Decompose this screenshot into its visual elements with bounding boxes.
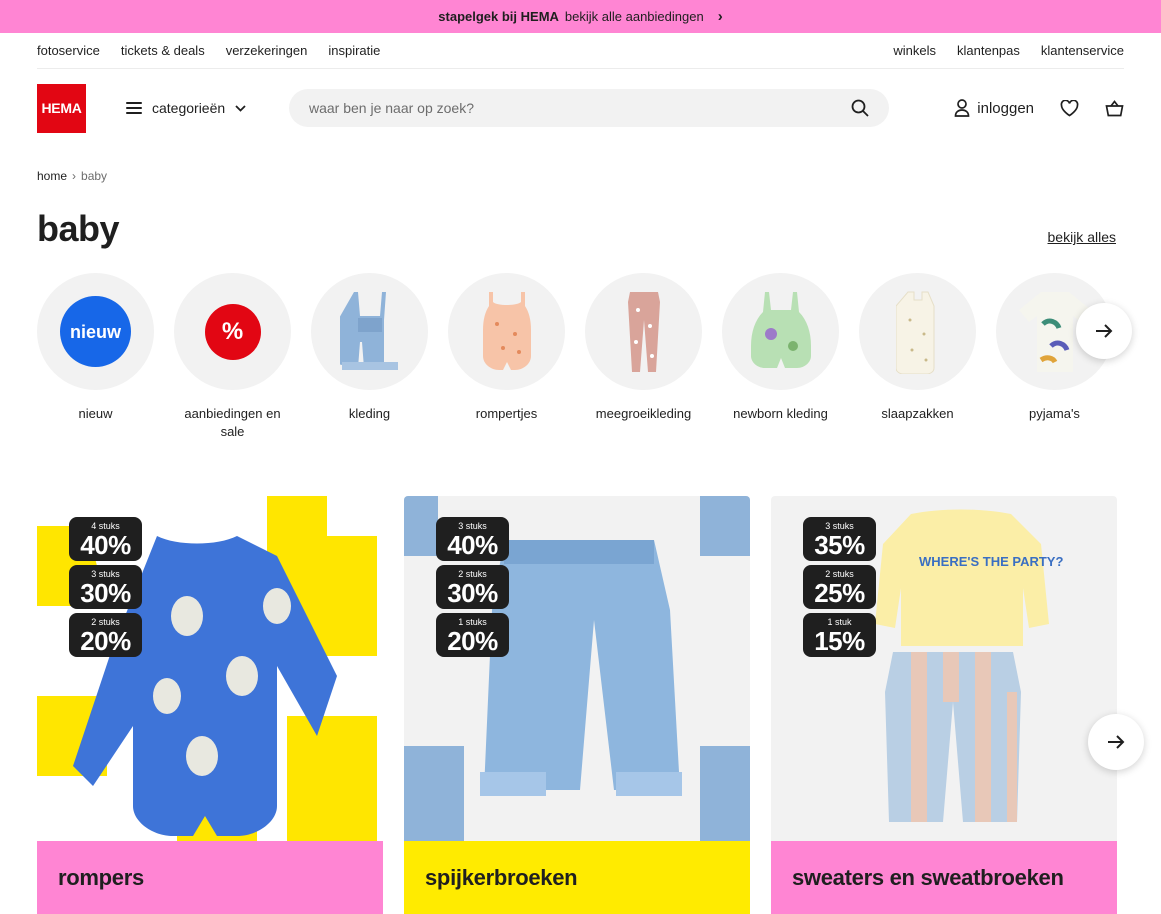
discount-badges: 3 stuks 35% 2 stuks 25% 1 stuk 15% bbox=[803, 517, 876, 657]
discount-badge: 2 stuks 25% bbox=[803, 565, 876, 609]
product-card-rompers[interactable]: 4 stuks 40% 3 stuks 30% 2 stuks 20% rompers bbox=[37, 496, 383, 914]
search-input[interactable] bbox=[309, 100, 851, 116]
category-next-button[interactable] bbox=[1076, 303, 1132, 359]
sleeping-bag-image bbox=[895, 291, 934, 374]
nav-klantenservice[interactable]: klantenservice bbox=[1041, 43, 1124, 58]
main-header: HEMA categorieën inloggen bbox=[37, 70, 1124, 146]
see-all-link[interactable]: bekijk alles bbox=[1048, 229, 1116, 245]
promo-text: bekijk alle aanbiedingen bbox=[564, 9, 704, 24]
search-icon[interactable] bbox=[851, 99, 869, 117]
green-overall-image bbox=[750, 291, 811, 368]
product-card-label: spijkerbroeken bbox=[404, 841, 750, 914]
discount-badge: 2 stuks 30% bbox=[436, 565, 509, 609]
nav-klantenpas[interactable]: klantenpas bbox=[957, 43, 1020, 58]
category-label: newborn kleding bbox=[733, 406, 828, 421]
products-next-button[interactable] bbox=[1088, 714, 1144, 770]
chevron-down-icon bbox=[235, 104, 246, 112]
discount-badge: 3 stuks 30% bbox=[69, 565, 142, 609]
breadcrumb-home[interactable]: home bbox=[37, 169, 67, 183]
heart-icon[interactable] bbox=[1060, 99, 1079, 117]
nav-winkels[interactable]: winkels bbox=[893, 43, 936, 58]
category-label: nieuw bbox=[78, 406, 113, 421]
hema-logo[interactable]: HEMA bbox=[37, 83, 86, 133]
nav-inspiratie[interactable]: inspiratie bbox=[328, 43, 380, 58]
discount-badge: 4 stuks 40% bbox=[69, 517, 142, 561]
category-item-nieuw[interactable]: nieuw nieuw bbox=[37, 273, 154, 441]
arrow-right-icon bbox=[1095, 323, 1113, 339]
discount-badges: 3 stuks 40% 2 stuks 30% 1 stuks 20% bbox=[436, 517, 509, 657]
category-label: pyjama's bbox=[1029, 406, 1080, 421]
sweater-print-text: WHERE'S THE PARTY? bbox=[919, 554, 1063, 569]
category-label: aanbiedingen en sale bbox=[184, 406, 281, 439]
arrow-right-icon bbox=[1107, 734, 1125, 750]
romper-image bbox=[482, 291, 531, 370]
breadcrumb-separator: › bbox=[72, 169, 77, 183]
basket-icon[interactable] bbox=[1105, 99, 1124, 117]
category-label: kleding bbox=[348, 406, 391, 421]
discount-badge: 2 stuks 20% bbox=[69, 613, 142, 657]
search-bar bbox=[289, 89, 889, 127]
category-item-kleding[interactable]: kleding bbox=[311, 273, 428, 441]
breadcrumb: home › baby bbox=[37, 169, 107, 183]
category-item-slaapzakken[interactable]: slaapzakken bbox=[859, 273, 976, 441]
utility-nav: fotoservice tickets & deals verzekeringe… bbox=[37, 33, 1124, 69]
promo-bold-text: stapelgek bij HEMA bbox=[438, 9, 559, 24]
categories-label: categorieën bbox=[152, 100, 226, 116]
user-icon bbox=[954, 99, 970, 117]
category-carousel: nieuw nieuw % aanbiedingen en sale kledi… bbox=[37, 273, 1127, 453]
login-button[interactable]: inloggen bbox=[954, 99, 1034, 117]
page-title: baby bbox=[37, 208, 120, 249]
percent-badge-icon: % bbox=[204, 303, 261, 360]
categories-menu-button[interactable]: categorieën bbox=[126, 100, 246, 116]
promo-banner[interactable]: stapelgek bij HEMA bekijk alle aanbiedin… bbox=[0, 0, 1161, 33]
product-category-cards: 4 stuks 40% 3 stuks 30% 2 stuks 20% rompers… bbox=[37, 496, 1117, 914]
category-item-aanbiedingen[interactable]: % aanbiedingen en sale bbox=[174, 273, 291, 441]
nav-tickets-deals[interactable]: tickets & deals bbox=[121, 43, 205, 58]
discount-badge: 3 stuks 40% bbox=[436, 517, 509, 561]
category-label: slaapzakken bbox=[881, 406, 954, 421]
category-label: meegroeikleding bbox=[595, 406, 692, 421]
discount-badge: 1 stuks 20% bbox=[436, 613, 509, 657]
nav-fotoservice[interactable]: fotoservice bbox=[37, 43, 100, 58]
discount-badge: 1 stuk 15% bbox=[803, 613, 876, 657]
product-card-spijkerbroeken[interactable]: 3 stuks 40% 2 stuks 30% 1 stuks 20% spijker… bbox=[404, 496, 750, 914]
discount-badge: 3 stuks 35% bbox=[803, 517, 876, 561]
leggings-image bbox=[627, 291, 660, 372]
product-card-label: sweaters en sweatbroeken bbox=[771, 841, 1117, 914]
category-item-rompertjes[interactable]: rompertjes bbox=[448, 273, 565, 441]
product-card-label: rompers bbox=[37, 841, 383, 914]
discount-badges: 4 stuks 40% 3 stuks 30% 2 stuks 20% bbox=[69, 517, 142, 657]
new-badge-icon: nieuw bbox=[60, 296, 131, 367]
category-item-meegroeikleding[interactable]: meegroeikleding bbox=[585, 273, 702, 441]
product-card-sweaters[interactable]: WHERE'S THE PARTY? 3 stuks 35% 2 stuks 25%… bbox=[771, 496, 1117, 914]
category-item-newborn[interactable]: newborn kleding bbox=[722, 273, 839, 441]
category-label: rompertjes bbox=[475, 406, 538, 421]
hamburger-icon bbox=[126, 102, 142, 114]
denim-overall-image bbox=[339, 291, 398, 370]
nav-verzekeringen[interactable]: verzekeringen bbox=[226, 43, 308, 58]
login-label: inloggen bbox=[977, 99, 1034, 117]
chevron-right-icon: › bbox=[717, 8, 723, 25]
breadcrumb-current: baby bbox=[81, 169, 108, 183]
